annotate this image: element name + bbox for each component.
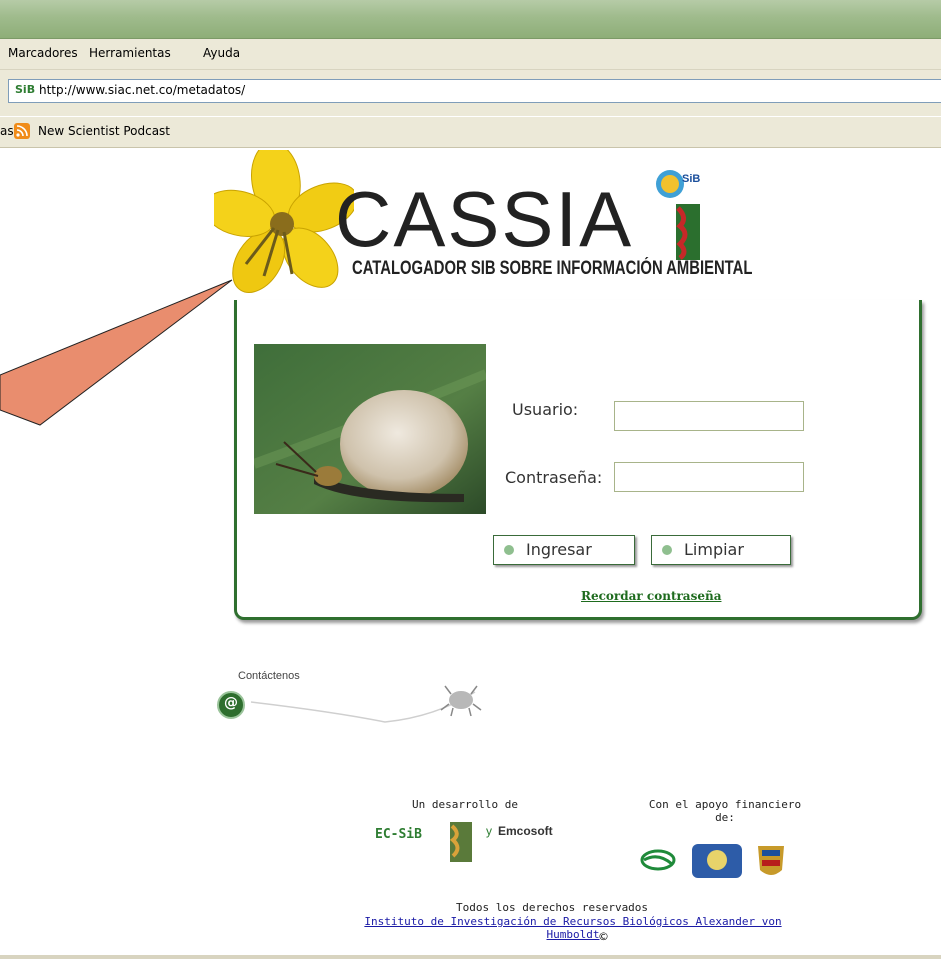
clear-button-label: Limpiar <box>684 540 744 559</box>
netherlands-coat-of-arms-icon <box>692 844 742 878</box>
at-symbol-icon: @ <box>224 695 238 711</box>
password-input[interactable] <box>614 462 804 492</box>
funding-label: Con el apoyo financiero de: <box>648 798 802 824</box>
forgot-password-link[interactable]: Recordar contraseña <box>581 589 721 603</box>
username-input[interactable] <box>614 401 804 431</box>
and-label: y <box>486 824 492 838</box>
address-url[interactable]: http://www.siac.net.co/metadatos/ <box>39 83 245 97</box>
browser-menu-bar: Marcadores Herramientas Ayuda <box>0 39 941 70</box>
globe-logo-icon <box>640 849 676 871</box>
ecsib-logo <box>449 822 472 862</box>
institute-link[interactable]: Instituto de Investigación de Recursos B… <box>344 915 802 941</box>
copyright-symbol: © <box>598 930 609 943</box>
contact-graphic <box>250 685 482 723</box>
menu-bookmarks[interactable]: Marcadores <box>8 46 78 60</box>
callout-arrow <box>0 279 233 426</box>
colombia-coat-of-arms-icon <box>758 846 784 875</box>
cassia-title: CASSIA <box>335 175 634 263</box>
contact-email-icon[interactable]: @ <box>217 691 245 719</box>
humboldt-logo <box>676 204 700 260</box>
bookmarks-toolbar: as New Scientist Podcast <box>0 117 941 148</box>
bullet-icon <box>504 545 514 555</box>
emcosoft-label: Emcosoft <box>498 824 553 838</box>
clear-button[interactable]: Limpiar <box>651 535 791 565</box>
bullet-icon <box>662 545 672 555</box>
sib-logo: SiB <box>656 170 700 198</box>
menu-help[interactable]: Ayuda <box>203 46 240 60</box>
rss-feed-icon <box>14 123 30 139</box>
funders-logos <box>640 844 784 878</box>
cassia-subtitle: CATALOGADOR SIB SOBRE INFORMACIÓN AMBIEN… <box>352 258 753 279</box>
bookmark-truncated[interactable]: as <box>0 124 14 138</box>
address-row: SiB http://www.siac.net.co/metadatos/ <box>0 70 941 116</box>
address-bar[interactable]: SiB http://www.siac.net.co/metadatos/ <box>8 79 941 103</box>
beetle-photo <box>254 344 486 514</box>
browser-title-bar <box>0 0 941 39</box>
bug-icon <box>440 685 482 717</box>
password-label: Contraseña: <box>505 468 603 487</box>
status-bar-edge <box>0 955 941 959</box>
login-button[interactable]: Ingresar <box>493 535 635 565</box>
developed-by-label: Un desarrollo de <box>412 798 518 811</box>
contact-label[interactable]: Contáctenos <box>238 670 300 682</box>
username-label: Usuario: <box>512 400 579 419</box>
rights-reserved: Todos los derechos reservados <box>456 901 649 914</box>
login-button-label: Ingresar <box>526 540 592 559</box>
bookmark-new-scientist-podcast[interactable]: New Scientist Podcast <box>38 124 170 138</box>
sib-logo-text: SiB <box>682 173 700 185</box>
ecsib-label: EC-SiB <box>375 827 422 842</box>
site-favicon: SiB <box>15 83 36 96</box>
menu-tools[interactable]: Herramientas <box>89 46 171 60</box>
